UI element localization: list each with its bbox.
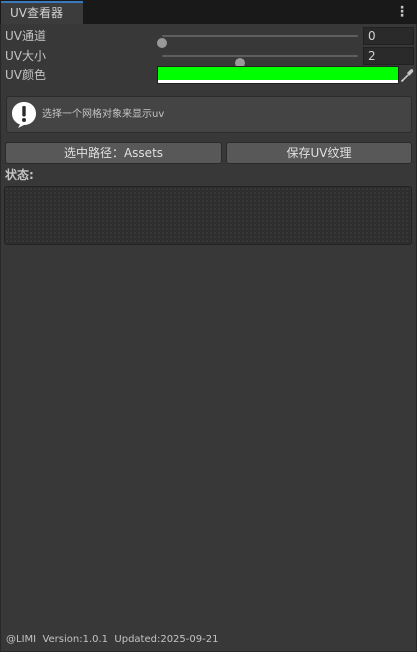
tab-title: UV查看器 [10, 6, 63, 20]
uv-size-slider[interactable] [162, 55, 358, 68]
color-swatch [158, 67, 398, 80]
uv-color-label: UV颜色 [5, 68, 46, 82]
status-label: 状态: [5, 168, 34, 182]
uv-channel-slider[interactable] [157, 35, 358, 48]
select-path-button[interactable]: 选中路径：Assets [5, 142, 222, 164]
help-text: 选择一个网格对象来显示uv [42, 109, 165, 120]
uv-viewer-panel: UV通道 0 UV大小 2 UV颜色 选择一个网格对象来显示uv 选中路径：As… [1, 24, 416, 651]
uv-channel-row: UV通道 0 [5, 27, 414, 48]
uv-color-field[interactable] [157, 66, 399, 84]
save-uv-texture-button[interactable]: 保存UV纹理 [226, 142, 412, 164]
uv-channel-input[interactable]: 0 [363, 27, 414, 45]
uv-size-label: UV大小 [5, 49, 46, 63]
tab-bar: UV查看器 ⋮ [0, 0, 417, 24]
save-uv-texture-button-label: 保存UV纹理 [286, 146, 352, 160]
eyedropper-icon[interactable] [399, 66, 415, 84]
tab-uv-viewer[interactable]: UV查看器 [1, 1, 83, 24]
select-path-button-label: 选中路径：Assets [63, 146, 164, 160]
color-alpha-bar [158, 80, 398, 83]
kebab-menu-icon[interactable]: ⋮ [395, 3, 409, 21]
uv-size-row: UV大小 2 [5, 47, 414, 68]
info-icon [10, 100, 38, 129]
uv-color-row: UV颜色 [5, 66, 415, 84]
uv-size-input[interactable]: 2 [363, 47, 414, 65]
footer-version-info: @LIMI Version:1.0.1 Updated:2025-09-21 [6, 634, 219, 645]
status-output-box [4, 186, 412, 245]
help-box: 选择一个网格对象来显示uv [6, 96, 412, 133]
uv-channel-label: UV通道 [5, 29, 46, 43]
